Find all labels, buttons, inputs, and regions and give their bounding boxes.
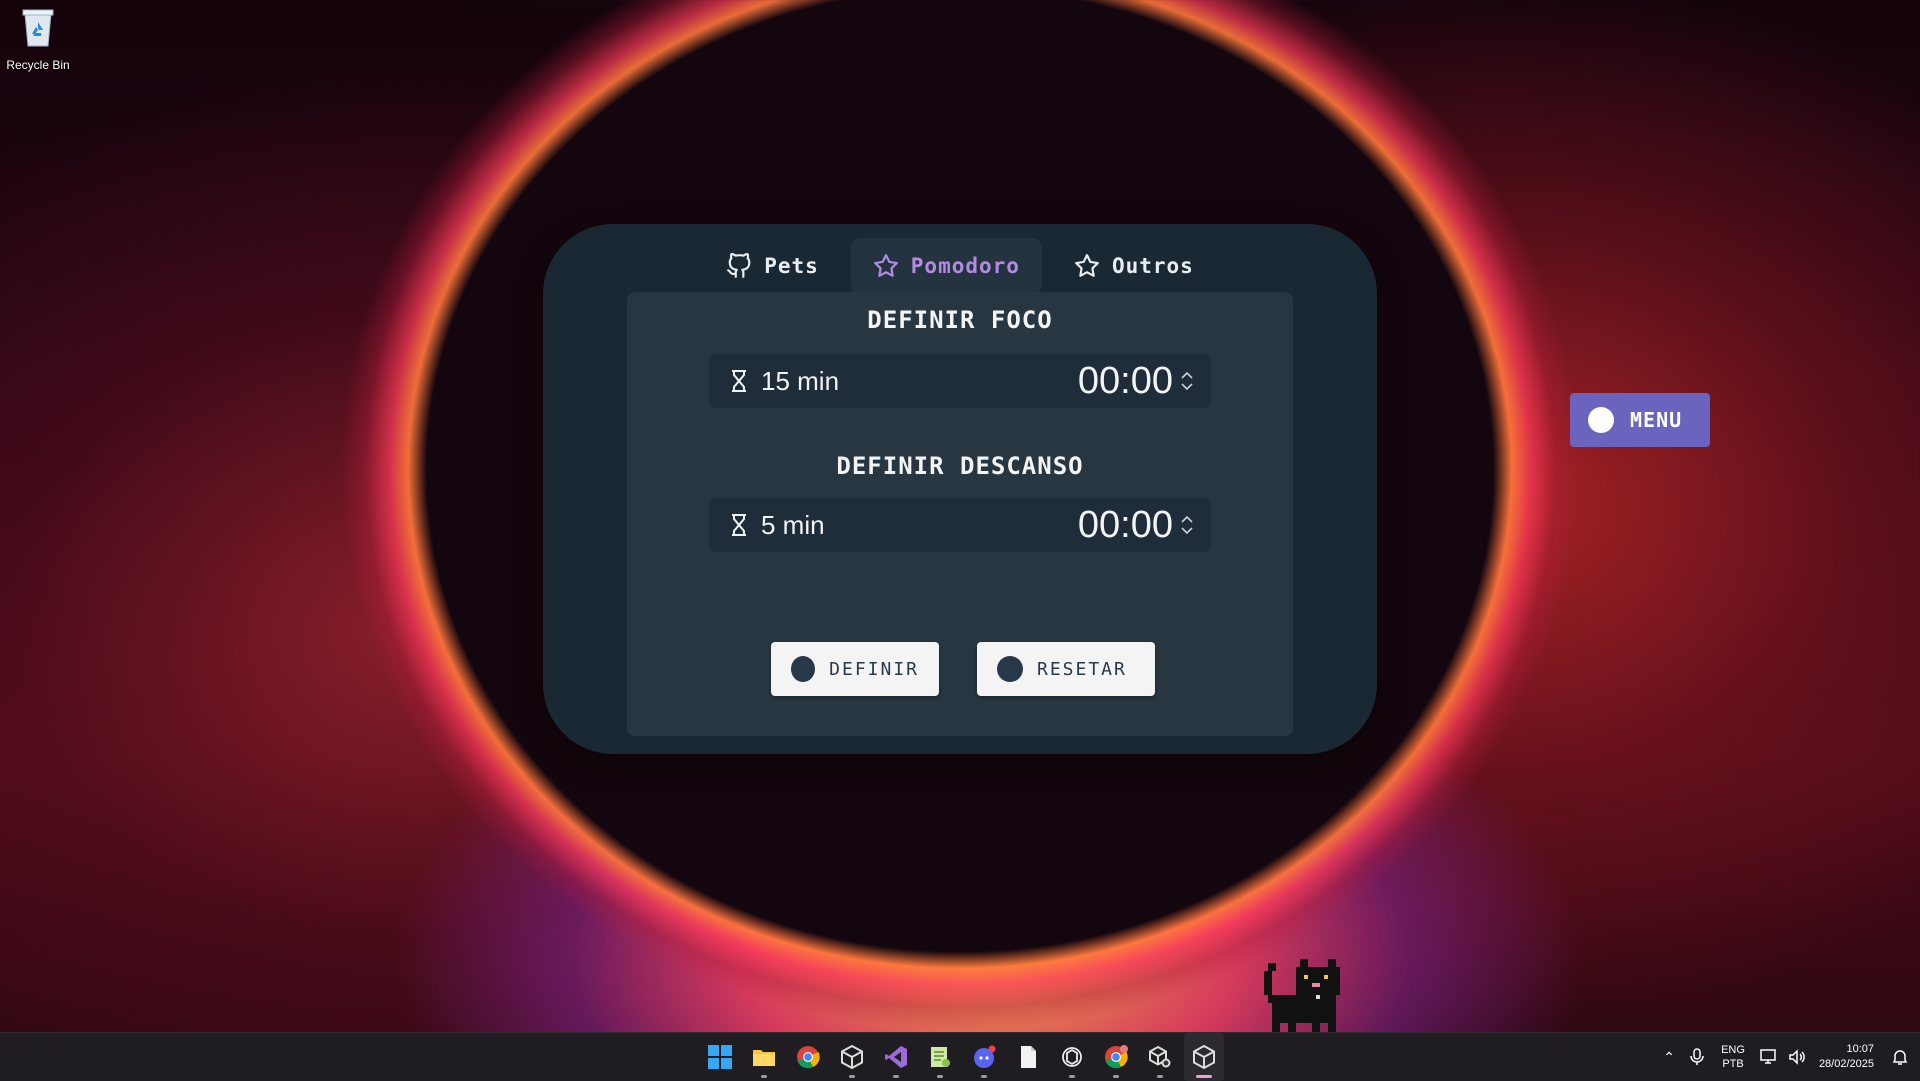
- taskbar-unity-active[interactable]: [1184, 1033, 1224, 1081]
- taskbar: ⌃ ENG PTB 10:07 28/02/2025: [0, 1032, 1920, 1081]
- focus-duration: 15 min: [761, 365, 840, 396]
- chrome-icon: [797, 1046, 820, 1069]
- chatgpt-icon: [1062, 1047, 1082, 1067]
- chevron-up-icon[interactable]: ⌃: [1655, 1033, 1683, 1081]
- rest-title: DEFINIR DESCANSO: [836, 452, 1084, 480]
- pomodoro-window: Pets Pomodoro Outros DEFINIR FOCO 15 min…: [543, 224, 1377, 754]
- language-line1: ENG: [1721, 1044, 1745, 1056]
- circle-icon: [997, 656, 1023, 682]
- notification-bell-icon[interactable]: [1886, 1033, 1914, 1081]
- folder-icon: [753, 1050, 775, 1066]
- reset-button[interactable]: RESETAR: [977, 642, 1155, 696]
- language-line2: PTB: [1722, 1058, 1744, 1070]
- language-indicator[interactable]: ENG PTB: [1721, 1043, 1745, 1071]
- file-icon: [1021, 1046, 1036, 1068]
- reset-button-label: RESETAR: [1037, 658, 1127, 680]
- visual-studio-icon: [885, 1046, 907, 1068]
- focus-title: DEFINIR FOCO: [867, 306, 1053, 334]
- taskbar-chrome-profile[interactable]: [1096, 1033, 1136, 1081]
- taskbar-unity-settings[interactable]: [1140, 1033, 1180, 1081]
- circle-icon: [791, 656, 816, 682]
- tab-pomodoro-label: Pomodoro: [910, 254, 1020, 278]
- taskbar-file-explorer[interactable]: [744, 1033, 784, 1081]
- taskbar-clock[interactable]: 10:07 28/02/2025: [1819, 1042, 1874, 1072]
- menu-button[interactable]: MENU: [1570, 393, 1710, 447]
- star-icon: [1075, 254, 1099, 277]
- circle-icon: [1588, 407, 1614, 433]
- taskbar-apps: [700, 1033, 1224, 1081]
- tab-outros-label: Outros: [1111, 254, 1194, 278]
- chrome-icon: [1105, 1045, 1128, 1069]
- spinner-arrows-icon[interactable]: [1179, 368, 1195, 394]
- spinner-arrows-icon[interactable]: [1179, 512, 1195, 538]
- clock-date: 28/02/2025: [1818, 1058, 1874, 1070]
- running-indicator: [893, 1075, 899, 1078]
- active-indicator: [1196, 1075, 1212, 1078]
- recycle-bin-label: Recycle Bin: [6, 58, 70, 72]
- network-icon[interactable]: [1755, 1033, 1783, 1081]
- pomodoro-content: DEFINIR FOCO 15 min 00:00 DEFINIR DESCAN…: [627, 292, 1293, 736]
- focus-time-value: 00:00: [1077, 359, 1173, 402]
- tab-pets-label: Pets: [764, 254, 819, 278]
- hourglass-icon: [732, 514, 746, 536]
- github-icon: [727, 253, 751, 278]
- tab-bar: Pets Pomodoro Outros: [543, 238, 1377, 294]
- taskbar-unity-hub[interactable]: [832, 1033, 872, 1081]
- cube-icon: [841, 1044, 863, 1070]
- taskbar-discord[interactable]: [964, 1033, 1004, 1081]
- microphone-icon[interactable]: [1683, 1033, 1711, 1081]
- tab-outros[interactable]: Outros: [1052, 238, 1216, 294]
- taskbar-chrome[interactable]: [788, 1033, 828, 1081]
- taskbar-file[interactable]: [1008, 1033, 1048, 1081]
- running-indicator: [981, 1075, 987, 1078]
- rest-duration: 5 min: [761, 509, 825, 540]
- recycle-bin-shortcut[interactable]: Recycle Bin: [4, 6, 72, 72]
- taskbar-notepad-plus[interactable]: [920, 1033, 960, 1081]
- discord-icon: [974, 1045, 996, 1068]
- running-indicator: [761, 1075, 767, 1078]
- focus-time-input[interactable]: 15 min 00:00: [709, 354, 1211, 408]
- tab-pomodoro[interactable]: Pomodoro: [850, 238, 1042, 294]
- define-button-label: DEFINIR: [829, 658, 919, 680]
- windows-icon: [708, 1045, 732, 1069]
- taskbar-chatgpt[interactable]: [1052, 1033, 1092, 1081]
- rest-time-input[interactable]: 5 min 00:00: [709, 498, 1211, 552]
- volume-icon[interactable]: [1783, 1033, 1811, 1081]
- cube-gear-icon: [1149, 1045, 1171, 1068]
- running-indicator: [1069, 1075, 1075, 1078]
- running-indicator: [1157, 1075, 1163, 1078]
- taskbar-start[interactable]: [700, 1033, 740, 1081]
- recycle-bin-icon: [22, 9, 54, 47]
- running-indicator: [1113, 1075, 1119, 1078]
- notepad-plus-icon: [931, 1047, 950, 1067]
- cube-icon: [1193, 1044, 1215, 1070]
- tab-pets[interactable]: Pets: [704, 238, 841, 294]
- running-indicator: [937, 1075, 943, 1078]
- star-icon: [873, 254, 898, 277]
- system-tray: ⌃ ENG PTB 10:07 28/02/2025: [1655, 1033, 1920, 1081]
- menu-button-label: MENU: [1630, 408, 1683, 432]
- running-indicator: [849, 1075, 855, 1078]
- taskbar-visual-studio[interactable]: [876, 1033, 916, 1081]
- clock-time: 10:07: [1846, 1043, 1874, 1055]
- define-button[interactable]: DEFINIR: [771, 642, 939, 696]
- hourglass-icon: [732, 370, 746, 392]
- rest-time-value: 00:00: [1077, 503, 1173, 546]
